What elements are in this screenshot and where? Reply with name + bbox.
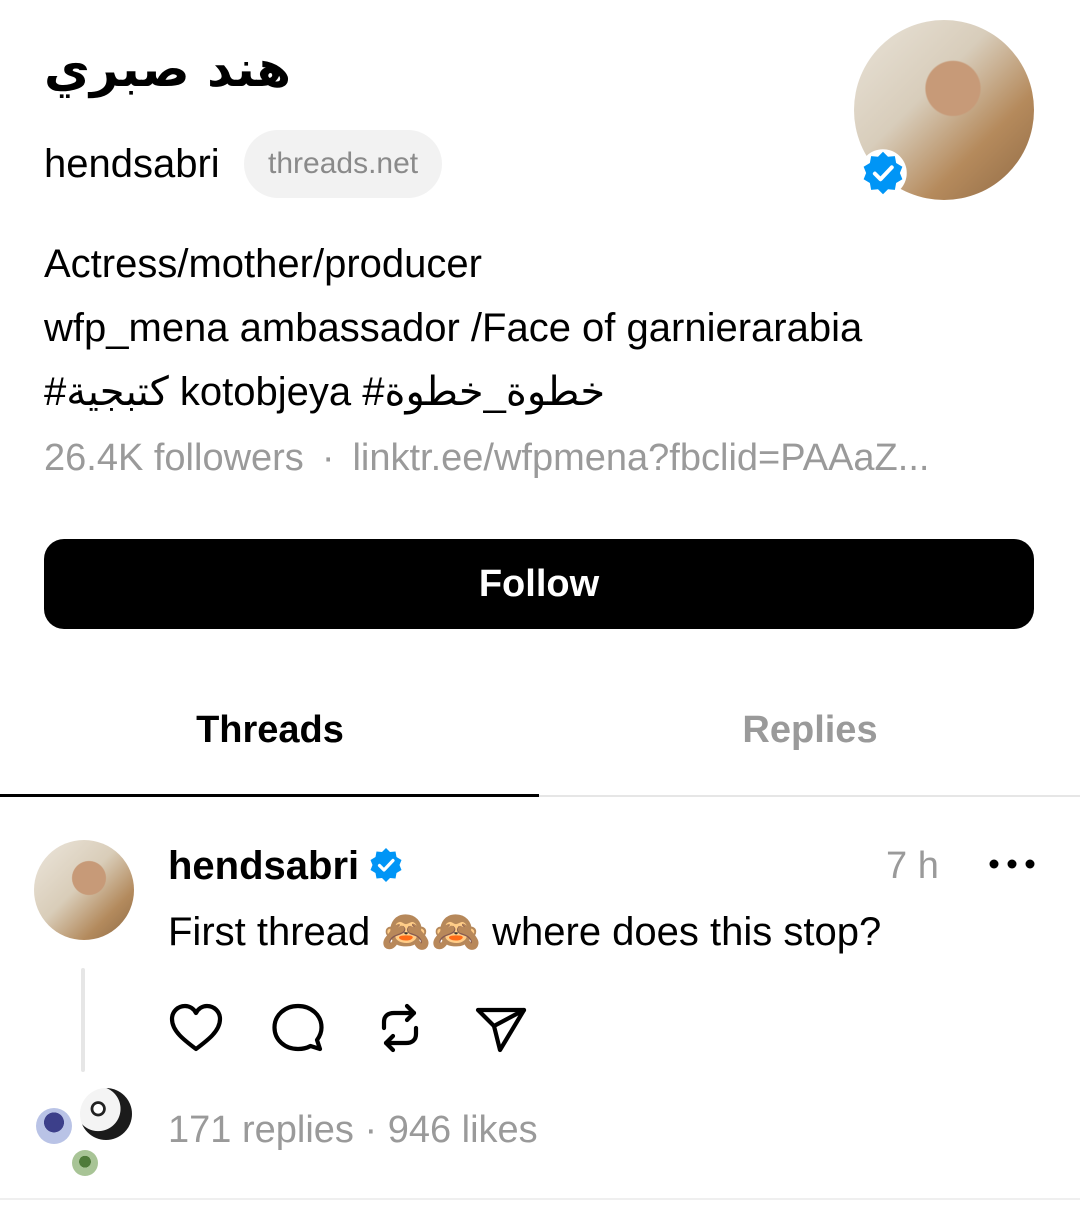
verified-badge-icon xyxy=(859,149,907,197)
post-text: First thread 🙈🙈 where does this stop? xyxy=(168,910,882,954)
replier-avatar xyxy=(80,1088,132,1140)
active-tab-indicator xyxy=(0,794,539,797)
followers-count[interactable]: 26.4K followers xyxy=(44,437,304,479)
thread-line xyxy=(81,968,85,1072)
heart-icon[interactable] xyxy=(166,998,226,1058)
post-stats: 171 replies · 946 likes xyxy=(168,1106,538,1154)
bio-line: Actress/mother/producer xyxy=(44,242,482,286)
replier-avatar xyxy=(36,1108,72,1144)
profile-handle: hendsabri xyxy=(44,142,220,186)
tab-replies[interactable]: Replies xyxy=(540,700,1080,760)
replies-count[interactable]: 171 replies xyxy=(168,1109,354,1151)
likes-count[interactable]: 946 likes xyxy=(388,1109,538,1151)
separator-dot: · xyxy=(364,1109,378,1151)
profile-display-name: هند صبري xyxy=(44,40,292,98)
comment-icon[interactable] xyxy=(268,998,328,1058)
profile-meta: 26.4K followers · linktr.ee/wfpmena?fbclid… xyxy=(44,434,929,482)
post-author-avatar[interactable] xyxy=(34,840,134,940)
replier-avatar xyxy=(72,1150,98,1176)
domain-pill[interactable]: threads.net xyxy=(244,130,443,198)
bio-line: wfp_mena ambassador /Face of garnierarab… xyxy=(44,306,863,350)
share-icon[interactable] xyxy=(472,998,532,1058)
post-author-name[interactable]: hendsabri xyxy=(168,842,359,890)
tab-threads[interactable]: Threads xyxy=(0,700,540,760)
separator-dot: · xyxy=(321,437,335,479)
profile-bio: Actress/mother/producer wfp_mena ambassa… xyxy=(44,232,862,424)
repost-icon[interactable] xyxy=(370,998,430,1058)
follow-button[interactable]: Follow xyxy=(44,539,1034,629)
bio-line: #كتبجية kotobjeya #خطوة_خطوة xyxy=(44,370,606,414)
post-divider xyxy=(0,1198,1080,1200)
profile-link[interactable]: linktr.ee/wfpmena?fbclid=PAAaZ... xyxy=(352,437,929,479)
verified-badge-icon xyxy=(370,848,402,882)
post-timestamp: 7 h xyxy=(886,845,939,887)
more-icon[interactable] xyxy=(988,856,1036,872)
